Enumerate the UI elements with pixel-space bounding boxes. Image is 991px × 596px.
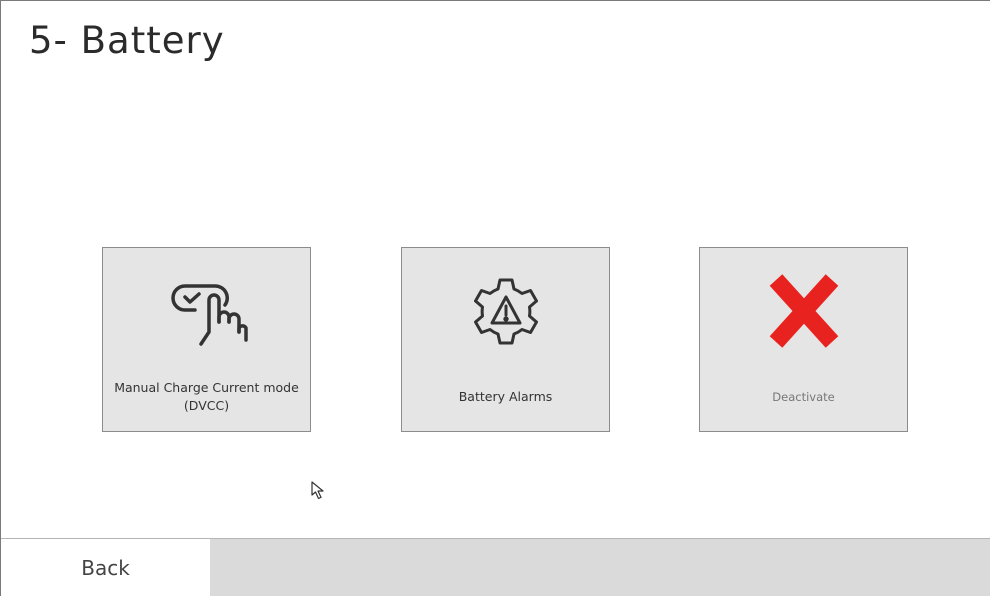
deactivate-tile-label: Deactivate xyxy=(772,390,835,404)
dvcc-tile-button[interactable]: Manual Charge Current mode (DVCC) xyxy=(102,247,311,432)
mouse-cursor-icon xyxy=(310,480,330,502)
red-x-icon xyxy=(754,270,854,360)
footer-bar: Back xyxy=(1,538,990,596)
page-title: 5- Battery xyxy=(29,19,225,62)
battery-alarms-tile-button[interactable]: Battery Alarms xyxy=(401,247,610,432)
battery-screen: 5- Battery Manual Charge Current mode (D… xyxy=(0,0,990,596)
gear-warning-icon xyxy=(456,270,556,360)
touch-checkbox-icon xyxy=(157,270,257,360)
deactivate-tile-button[interactable]: Deactivate xyxy=(699,247,908,432)
battery-alarms-tile-label: Battery Alarms xyxy=(458,389,553,404)
back-button[interactable]: Back xyxy=(1,539,210,596)
dvcc-tile-label: Manual Charge Current mode (DVCC) xyxy=(114,380,299,413)
